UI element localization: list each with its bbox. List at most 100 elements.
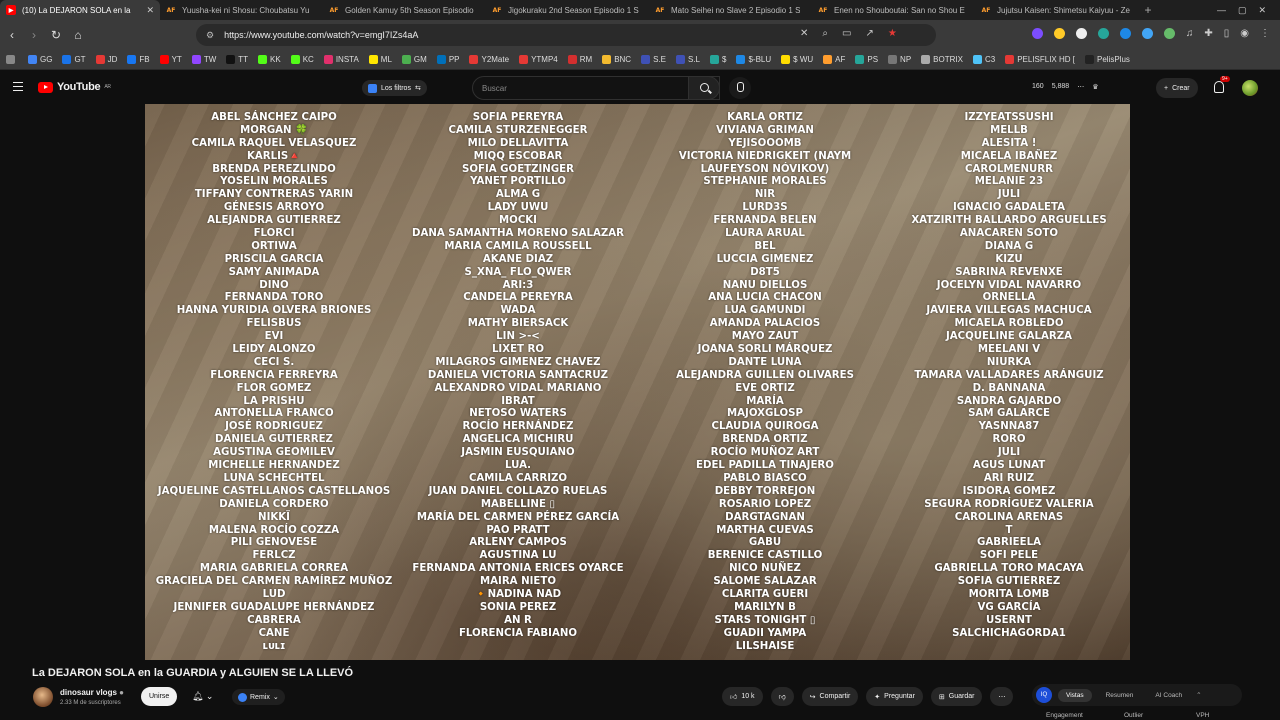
- tab-vistas[interactable]: Vistas: [1058, 688, 1092, 702]
- create-button[interactable]: + Crear: [1156, 78, 1198, 98]
- bookmark-item[interactable]: NP: [888, 55, 911, 64]
- bookmark-item[interactable]: ML: [368, 55, 392, 64]
- like-button[interactable]: 👍︎ 10 k: [722, 687, 763, 706]
- bookmark-item[interactable]: $: [710, 55, 726, 64]
- bookmark-item[interactable]: GG: [28, 55, 52, 64]
- bookmark-item[interactable]: YTMP4: [519, 55, 558, 64]
- puzzle-icon[interactable]: ✚: [1204, 28, 1212, 39]
- channel-name[interactable]: dinosaur vlogs ●: [60, 688, 124, 697]
- bookmark-item[interactable]: GT: [62, 55, 86, 64]
- dislike-button[interactable]: 👎︎: [770, 687, 794, 706]
- maximize-icon[interactable]: ▢: [1238, 5, 1247, 16]
- browser-tab[interactable]: AF Yuusha-kei ni Shosu: Choubatsu Yu: [160, 0, 323, 20]
- crown-icon[interactable]: ♛: [1092, 83, 1098, 91]
- search-input[interactable]: Buscar: [472, 76, 720, 100]
- share-icon[interactable]: ↗: [865, 28, 873, 39]
- notifications-icon[interactable]: [1214, 81, 1224, 93]
- bookmark-item[interactable]: TT: [226, 55, 248, 64]
- extension-icon[interactable]: [1031, 28, 1043, 39]
- ask-button[interactable]: ✦ Preguntar: [866, 687, 923, 706]
- subscription-bell-icon[interactable]: 🔔︎ ⌄: [192, 691, 213, 702]
- join-button[interactable]: Unirse: [141, 687, 178, 706]
- close-window-icon[interactable]: ✕: [1258, 5, 1266, 16]
- browser-tab[interactable]: AF Jigokuraku 2nd Season Episodio 1 S: [486, 0, 649, 20]
- bookmark-item[interactable]: C3: [972, 55, 995, 64]
- music-icon[interactable]: ♫: [1186, 28, 1194, 39]
- bookmark-label: PS: [867, 55, 879, 64]
- hamburger-menu-icon[interactable]: [13, 82, 23, 91]
- bookmark-item[interactable]: PP: [436, 55, 459, 64]
- tab-resumen[interactable]: Resumen: [1098, 689, 1142, 702]
- bookmark-item[interactable]: S.L: [675, 55, 700, 64]
- bookmark-item[interactable]: FB: [127, 55, 150, 64]
- bookmark-item[interactable]: TW: [191, 55, 216, 64]
- collapse-icon[interactable]: ⌃: [1196, 691, 1201, 699]
- extension-icon[interactable]: [1141, 28, 1153, 39]
- bookmark-item[interactable]: KC: [290, 55, 314, 64]
- close-tab-icon[interactable]: ✕: [146, 5, 154, 16]
- channel-avatar[interactable]: [33, 687, 53, 707]
- browser-tab[interactable]: ▶ (10) La DEJARON SOLA en la ✕: [0, 0, 160, 20]
- share-button[interactable]: ↪ Compartir: [801, 687, 859, 706]
- site-info-icon[interactable]: ⚙: [206, 30, 214, 41]
- bookmark-item[interactable]: BOTRIX: [921, 55, 963, 64]
- bookmark-item[interactable]: JD: [95, 55, 117, 64]
- reload-icon[interactable]: ↻: [46, 28, 66, 42]
- minimize-icon[interactable]: —: [1217, 5, 1226, 15]
- cast-icon[interactable]: ▭: [842, 28, 851, 39]
- youtube-logo[interactable]: YouTube AR: [38, 81, 111, 93]
- extension-icon[interactable]: [1053, 28, 1065, 39]
- credit-name: BRENDA ORTIZ: [722, 434, 808, 446]
- browser-tab[interactable]: AF Jujutsu Kaisen: Shimetsu Kaiyuu - Ze: [975, 0, 1138, 20]
- stats-menu-icon[interactable]: ⋯: [1077, 83, 1084, 91]
- bookmark-item[interactable]: GM: [401, 55, 427, 64]
- extension-icon[interactable]: [1097, 28, 1109, 39]
- bookmark-item[interactable]: PS: [855, 55, 878, 64]
- menu-icon[interactable]: ⋮: [1260, 28, 1270, 39]
- remix-button[interactable]: Remix ⌄: [232, 689, 285, 705]
- filters-button[interactable]: Los filtros ⇆: [362, 80, 427, 96]
- more-actions-button[interactable]: ⋯: [990, 687, 1014, 706]
- credit-name: PILI GENOVESE: [230, 537, 318, 549]
- bookmark-item[interactable]: Y2Mate: [469, 55, 509, 64]
- browser-tab[interactable]: AF Enen no Shouboutai: San no Shou E: [812, 0, 975, 20]
- browser-tab[interactable]: AF Mato Seihei no Slave 2 Episodio 1 S: [649, 0, 812, 20]
- home-icon[interactable]: ⌂: [68, 28, 88, 42]
- bookmark-item[interactable]: PelisPlus: [1084, 55, 1130, 64]
- forward-icon[interactable]: ›: [24, 28, 44, 42]
- credit-name: MICAELA ROBLEDO: [954, 318, 1064, 330]
- credit-name: MARIA GABRIELA CORREA: [199, 563, 349, 575]
- bookmark-item[interactable]: $-BLU: [736, 55, 771, 64]
- bookmark-item[interactable]: [6, 55, 18, 64]
- extension-icon[interactable]: [1075, 28, 1087, 39]
- search-button[interactable]: [688, 76, 720, 100]
- mute-icon[interactable]: ✕: [800, 28, 808, 39]
- video-player[interactable]: ABEL SÁNCHEZ CAIPO MORGAN 🍀 CAMILA RAQUEL …: [145, 104, 1130, 660]
- profile-icon[interactable]: ◉: [1240, 28, 1249, 39]
- bookmark-item[interactable]: S.E: [641, 55, 666, 64]
- voice-search-icon[interactable]: [729, 77, 751, 99]
- bookmark-item[interactable]: $ WU: [781, 55, 813, 64]
- star-icon[interactable]: ★: [888, 28, 897, 39]
- sidebar-icon[interactable]: ▯: [1224, 28, 1230, 39]
- bookmark-item[interactable]: BNC: [602, 55, 631, 64]
- account-avatar[interactable]: [1242, 80, 1258, 96]
- bookmark-item[interactable]: RM: [567, 55, 592, 64]
- tab-ai-coach[interactable]: AI Coach: [1147, 689, 1190, 702]
- save-button[interactable]: ⊞ Guardar: [930, 687, 983, 706]
- subtab-engagement[interactable]: Engagement: [1046, 712, 1083, 719]
- bookmark-item[interactable]: AF: [823, 55, 845, 64]
- new-tab-icon[interactable]: +: [1138, 3, 1158, 17]
- subtab-vph[interactable]: VPH: [1196, 712, 1209, 719]
- vidiq-icon[interactable]: IQ: [1036, 687, 1052, 703]
- subtab-outlier[interactable]: Outlier: [1124, 712, 1143, 719]
- extension-icon[interactable]: [1163, 28, 1175, 39]
- bookmark-item[interactable]: PELISFLIX HD [: [1005, 55, 1075, 64]
- bookmark-item[interactable]: INSTA: [323, 55, 359, 64]
- bookmark-item[interactable]: KK: [258, 55, 281, 64]
- bookmark-item[interactable]: YT: [159, 55, 182, 64]
- browser-tab[interactable]: AF Golden Kamuy 5th Season Episodio: [323, 0, 486, 20]
- back-icon[interactable]: ‹: [2, 28, 22, 42]
- zoom-icon[interactable]: ⌕: [822, 28, 828, 39]
- extension-icon[interactable]: [1119, 28, 1131, 39]
